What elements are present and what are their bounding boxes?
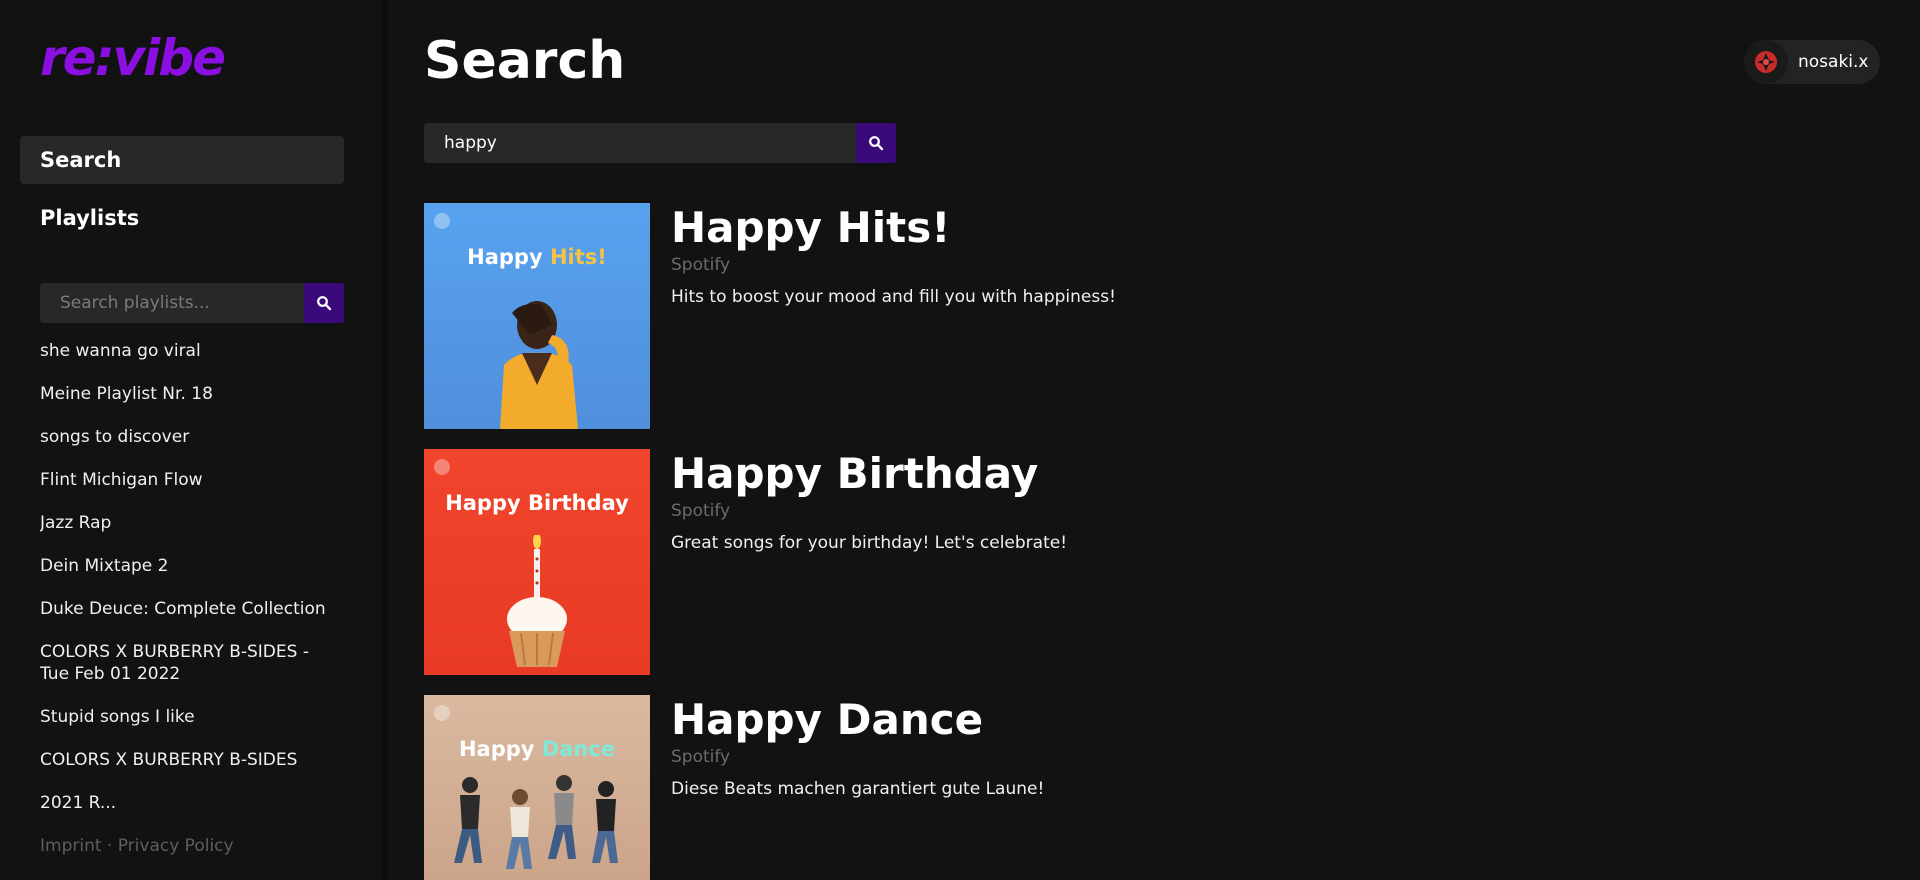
- result-title[interactable]: Happy Birthday: [671, 449, 1038, 499]
- main-search-input[interactable]: [424, 123, 856, 163]
- playlist-item[interactable]: Stupid songs I like: [40, 706, 340, 728]
- search-icon: [869, 136, 884, 151]
- app-logo[interactable]: re:vibe: [40, 28, 226, 88]
- user-menu[interactable]: nosaki.x: [1744, 40, 1880, 84]
- sidebar-divider: [382, 0, 388, 880]
- cover-text: Happy: [467, 245, 550, 269]
- cover-text-highlight: Dance: [541, 737, 616, 761]
- cover-text: Happy: [458, 737, 542, 761]
- playlist-item[interactable]: she wanna go viral: [40, 340, 340, 362]
- nav-item-playlists[interactable]: Playlists: [20, 194, 344, 242]
- playlist-search-button[interactable]: [304, 283, 344, 323]
- playlist-cover[interactable]: Happy Hits!: [424, 203, 650, 429]
- playlist-search-input[interactable]: [40, 283, 304, 323]
- cover-photo-cupcake: [507, 535, 567, 667]
- result-owner: Spotify: [671, 255, 731, 275]
- playlist-list: she wanna go viral Meine Playlist Nr. 18…: [40, 340, 340, 812]
- search-result[interactable]: Happy Hits! Happy Hits! Spotify Hits to …: [424, 203, 1524, 429]
- spotify-icon: [434, 459, 450, 475]
- result-owner: Spotify: [671, 747, 731, 767]
- playlist-item[interactable]: Dein Mixtape 2: [40, 555, 340, 577]
- spotify-icon: [434, 213, 450, 229]
- main-search-box: [424, 123, 896, 163]
- result-description: Great songs for your birthday! Let's cel…: [671, 533, 1068, 553]
- playlist-item[interactable]: COLORS X BURBERRY B-SIDES: [40, 749, 340, 771]
- result-owner: Spotify: [671, 501, 731, 521]
- nav-item-search[interactable]: Search: [20, 136, 344, 184]
- result-description: Diese Beats machen garantiert gute Laune…: [671, 779, 1045, 799]
- avatar-graphic: [1755, 51, 1777, 73]
- spotify-icon: [434, 705, 450, 721]
- cover-text: Happy Birthday: [445, 491, 629, 515]
- main-content: Search nosaki.x happy Happy Hits! Happy …: [390, 0, 1920, 880]
- playlist-item[interactable]: Meine Playlist Nr. 18: [40, 383, 340, 405]
- playlist-item[interactable]: Flint Michigan Flow: [40, 469, 340, 491]
- avatar-icon: [1744, 40, 1788, 84]
- sidebar: re:vibe Search Playlists she wanna go vi…: [0, 0, 388, 880]
- search-result[interactable]: Happy Birthday Happy Birthday Spotify Gr…: [424, 449, 1524, 675]
- footer-links[interactable]: Imprint · Privacy Policy: [40, 836, 234, 856]
- app-root: re:vibe Search Playlists she wanna go vi…: [0, 0, 1920, 880]
- playlist-item[interactable]: songs to discover: [40, 426, 340, 448]
- result-description: Hits to boost your mood and fill you wit…: [671, 287, 1116, 307]
- playlist-item[interactable]: 2021 R...: [40, 792, 340, 812]
- playlist-search-box: [40, 283, 344, 323]
- result-title[interactable]: Happy Dance: [671, 695, 983, 745]
- user-name: nosaki.x: [1798, 52, 1869, 72]
- cover-photo-person: [500, 301, 578, 429]
- cover-text-highlight: Hits!: [549, 245, 607, 269]
- result-title[interactable]: Happy Hits!: [671, 203, 950, 253]
- playlist-item[interactable]: Jazz Rap: [40, 512, 340, 534]
- search-icon: [317, 296, 332, 311]
- playlist-item[interactable]: COLORS X BURBERRY B-SIDES - Tue Feb 01 2…: [40, 641, 340, 685]
- page-title: Search: [424, 31, 626, 91]
- main-search-button[interactable]: [856, 123, 896, 163]
- cover-title: Happy Hits!: [424, 245, 650, 269]
- search-result[interactable]: Happy Dance Happy Dance Spotify Diese Be…: [424, 695, 1524, 880]
- cover-title: Happy Dance: [424, 737, 650, 761]
- playlist-cover[interactable]: Happy Birthday: [424, 449, 650, 675]
- playlist-cover[interactable]: Happy Dance: [424, 695, 650, 880]
- cover-title: Happy Birthday: [424, 491, 650, 515]
- cover-photo-dancers: [454, 775, 618, 869]
- playlist-item[interactable]: Duke Deuce: Complete Collection: [40, 598, 340, 620]
